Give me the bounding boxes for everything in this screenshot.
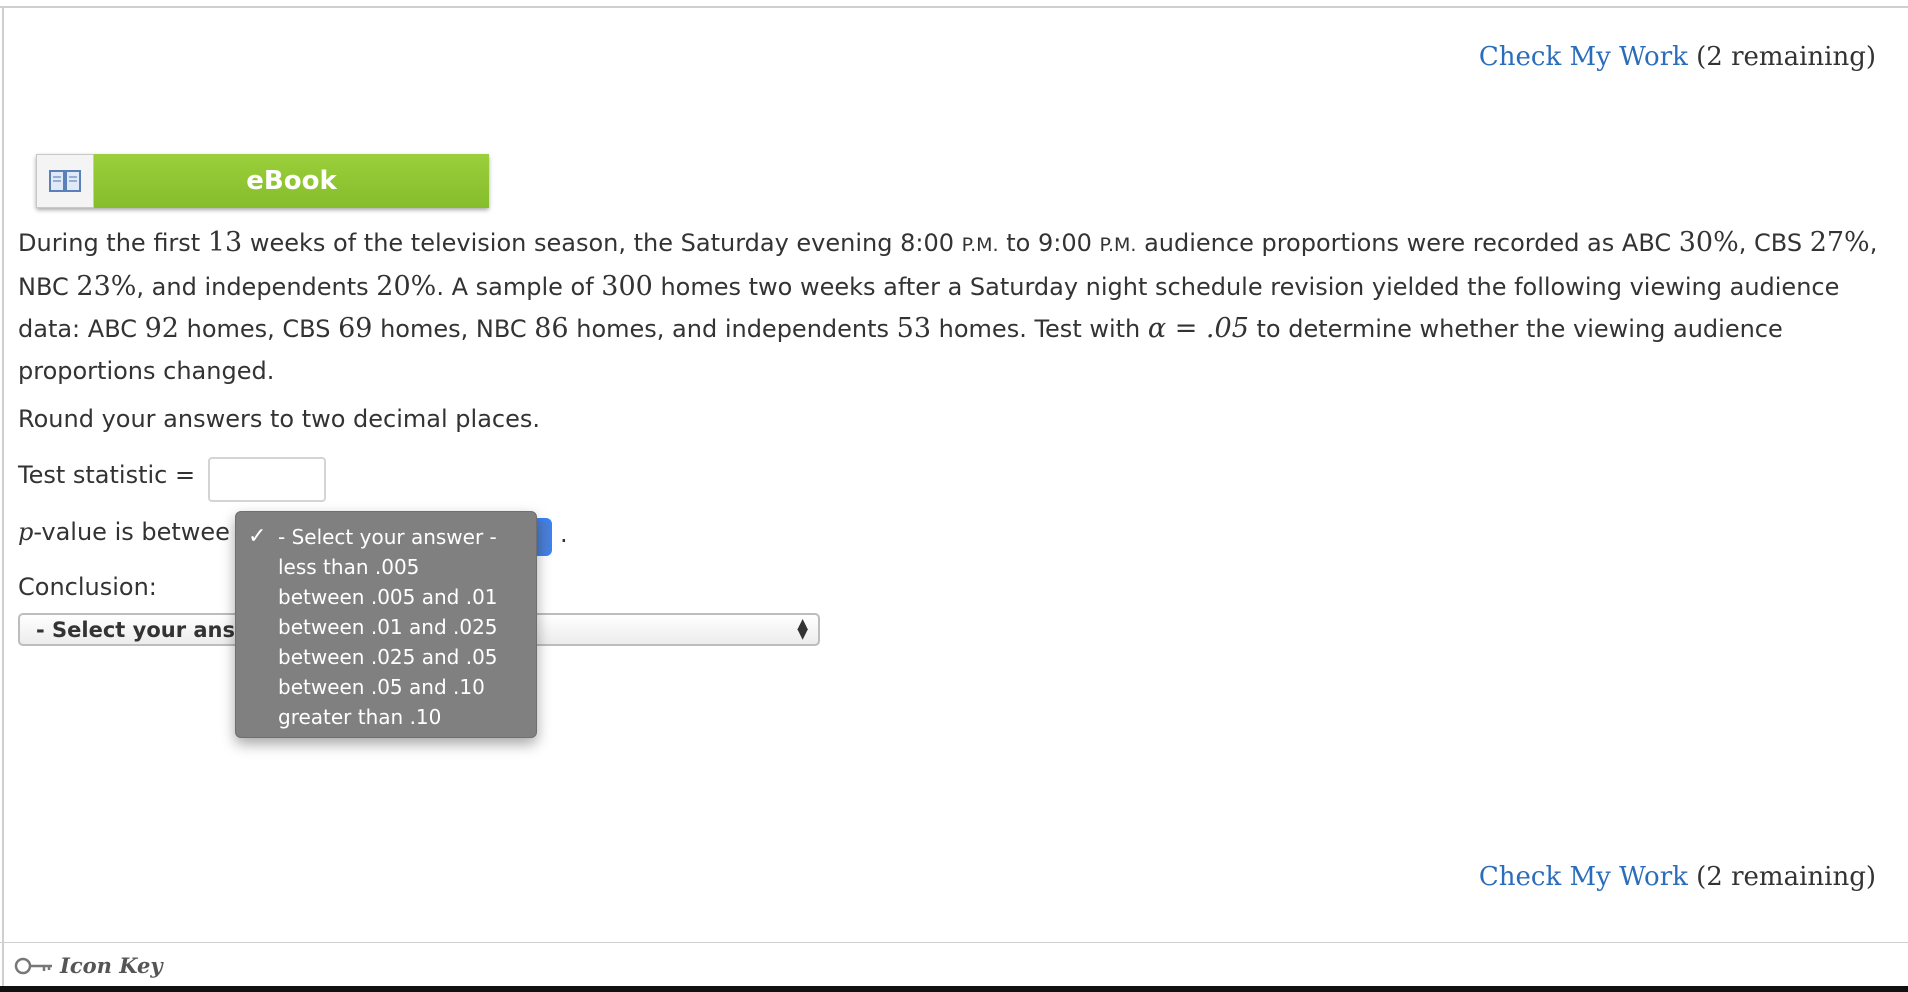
check-my-work-bottom: Check My Work (2 remaining) [1479,862,1876,892]
ebook-button[interactable]: eBook [36,154,489,208]
dropdown-option[interactable]: less than .005 [236,552,536,582]
pm-text: P.M. [1099,234,1137,256]
nbc-percent: 23% [76,271,137,302]
footer-divider [0,942,1908,943]
problem-text: homes, NBC [372,315,535,343]
book-icon [36,154,94,208]
remaining-count: (2 remaining) [1696,42,1876,72]
icon-key-link[interactable]: Icon Key [14,953,163,978]
alpha-value: α = .05 [1147,313,1249,344]
problem-text: , CBS [1738,229,1810,257]
abc-percent: 30% [1678,227,1739,258]
rounding-instruction: Round your answers to two decimal places… [18,405,540,433]
problem-text: to 9:00 [998,229,1100,257]
period: . [560,520,568,548]
checkmark-icon: ✓ [248,524,267,549]
dropdown-option[interactable]: between .01 and .025 [236,612,536,642]
check-my-work-link[interactable]: Check My Work [1479,42,1688,72]
option-label: between .025 and .05 [278,645,498,669]
p-symbol: p [18,518,34,546]
page: Check My Work (2 remaining) eBook During… [0,0,1908,992]
check-my-work-link[interactable]: Check My Work [1479,862,1688,892]
remaining-count: (2 remaining) [1696,862,1876,892]
problem-text: weeks of the television season, the Satu… [242,229,962,257]
check-my-work-top: Check My Work (2 remaining) [1479,42,1876,72]
select-arrows-icon: ▲ ▼ [797,616,808,642]
cbs-percent: 27% [1809,227,1870,258]
problem-statement: During the first 13 weeks of the televis… [18,222,1898,392]
icon-key-label: Icon Key [60,953,163,978]
bottom-bar [0,986,1908,992]
problem-text: homes. Test with [931,315,1148,343]
conclusion-label: Conclusion: [18,573,157,601]
problem-text: homes, and independents [568,315,897,343]
p-value-dropdown-menu: ✓ - Select your answer - less than .005 b… [235,511,537,738]
dropdown-option[interactable]: between .05 and .10 [236,672,536,702]
independents-homes: 53 [896,313,932,344]
option-label: less than .005 [278,555,420,579]
top-divider [0,6,1908,8]
problem-text: During the first [18,229,208,257]
p-value-label-text: -value is betwee [33,518,230,546]
weeks-value: 13 [207,227,243,258]
sample-size: 300 [601,271,653,302]
option-label: between .05 and .10 [278,675,485,699]
dropdown-option[interactable]: ✓ - Select your answer - [236,522,536,552]
ebook-label: eBook [94,154,489,208]
option-label: between .005 and .01 [278,585,498,609]
pm-text: P.M. [961,234,999,256]
p-value-label: p-value is betwee [18,518,230,546]
test-statistic-label: Test statistic = [18,461,196,489]
problem-text: audience proportions were recorded as AB… [1136,229,1679,257]
dropdown-option[interactable]: between .025 and .05 [236,642,536,672]
independents-percent: 20% [376,271,437,302]
cbs-homes: 69 [338,313,373,344]
problem-text: . A sample of [436,273,602,301]
conclusion-selected-value: - Select your answ [36,617,255,642]
option-label: greater than .10 [278,705,442,729]
test-statistic-input[interactable] [208,457,326,502]
dropdown-option[interactable]: between .005 and .01 [236,582,536,612]
abc-homes: 92 [144,313,179,344]
option-label: between .01 and .025 [278,615,498,639]
dropdown-option[interactable]: greater than .10 [236,702,536,732]
key-icon [14,957,52,974]
nbc-homes: 86 [534,313,569,344]
problem-text: homes, CBS [178,315,339,343]
problem-text: , and independents [136,273,377,301]
option-label: - Select your answer - [278,525,497,549]
left-border [2,6,4,986]
